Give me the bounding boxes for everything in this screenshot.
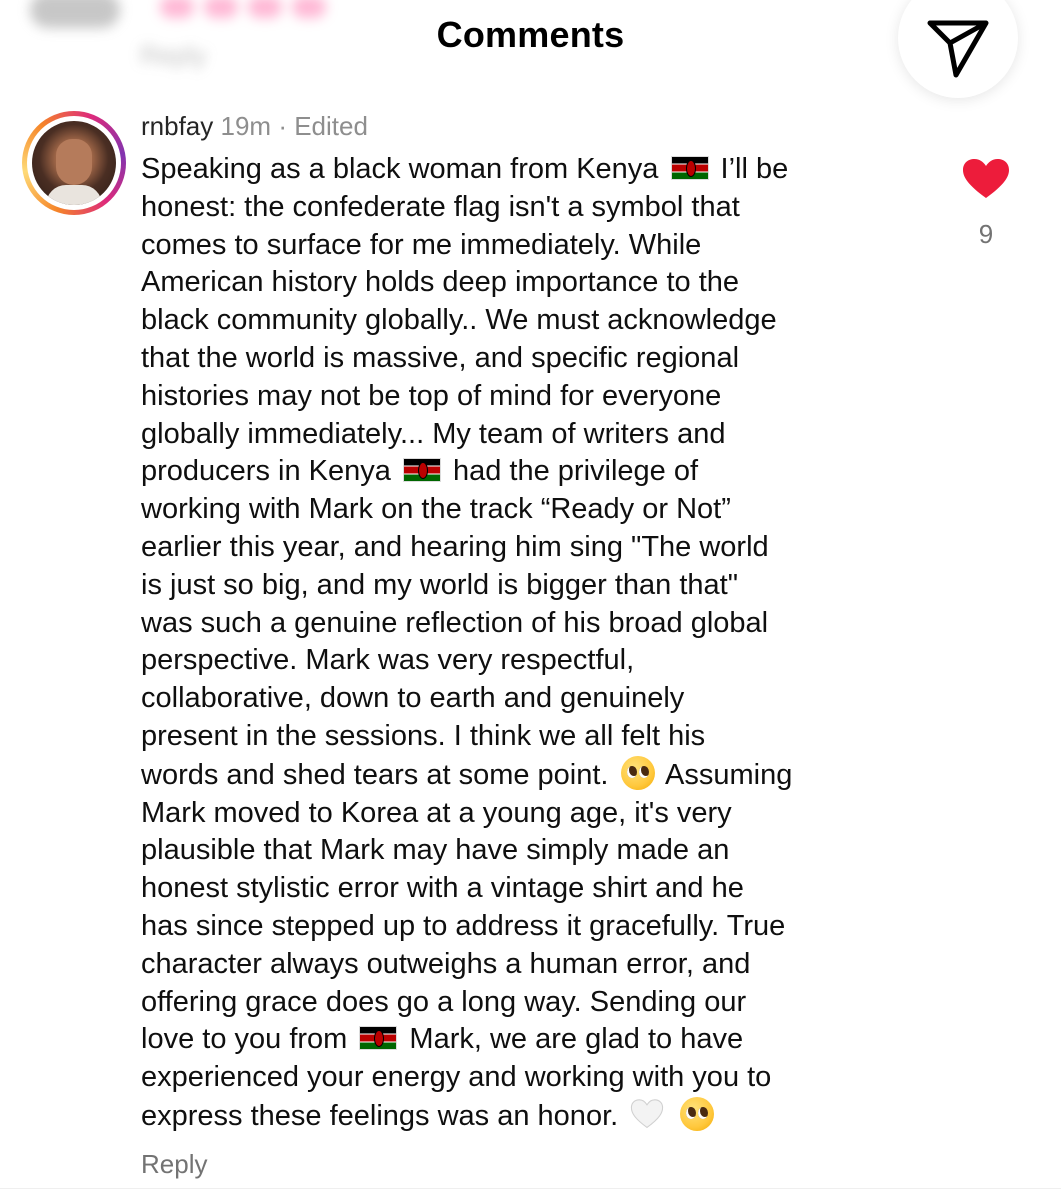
comment-text-segment: honest stylistic error with a vintage sh… [141, 872, 744, 905]
comment-line: globally immediately... My team of write… [141, 416, 931, 454]
comment-text-segment: offering grace does go a long way. Sendi… [141, 985, 747, 1018]
comment-line: plausible that Mark may have simply made… [141, 832, 931, 870]
comment-text-segment: earlier this year, and hearing him sing … [141, 530, 769, 563]
comment-text-segment: express these feelings was an honor. [141, 1099, 627, 1132]
comment-text-segment [668, 1100, 676, 1132]
comment-line: love to you from Mark, we are glad to ha… [141, 1021, 931, 1059]
comment-line: collaborative, down to earth and genuine… [141, 680, 931, 718]
comment-text-segment: honest: the confederate flag isn't a sym… [141, 190, 740, 223]
comment-line: present in the sessions. I think we all … [141, 718, 931, 756]
comment-line: earlier this year, and hearing him sing … [141, 529, 931, 567]
comment-text-segment: had the privilege of [444, 455, 699, 488]
comment-text-segment: Mark, we are glad to have [401, 1023, 744, 1056]
share-button[interactable] [898, 0, 1018, 98]
comment-text-segment: has since stepped up to address it grace… [141, 909, 786, 942]
comment-text-segment: was such a genuine reflection of his bro… [141, 606, 769, 639]
kenya-flag-emoji [402, 458, 441, 483]
comment-text-segment: character always outweighs a human error… [141, 947, 751, 980]
comment-line: histories may not be top of mind for eve… [141, 378, 931, 416]
like-column: 9 [958, 158, 1014, 250]
comment-time: 19m [220, 111, 272, 141]
comment-text-segment: present in the sessions. I think we all … [141, 719, 706, 752]
comment-line: experienced your energy and working with… [141, 1059, 931, 1097]
comment-line: offering grace does go a long way. Sendi… [141, 984, 931, 1022]
pleading-face-emoji [680, 1096, 715, 1131]
username[interactable]: rnbfay [141, 111, 213, 141]
avatar [32, 121, 116, 205]
comment-line: that the world is massive, and specific … [141, 340, 931, 378]
comment-text-segment: American history holds deep importance t… [141, 266, 740, 299]
comment-text-segment: working with Mark on the track “Ready or… [141, 493, 731, 526]
comment-text-segment: love to you from [141, 1023, 356, 1056]
comment-text-segment: black community globally.. We must ackno… [141, 304, 777, 337]
comment-line: perspective. Mark was very respectful, [141, 642, 931, 680]
comment-line: black community globally.. We must ackno… [141, 302, 931, 340]
comment-text-segment: experienced your energy and working with… [141, 1061, 772, 1094]
bottom-divider [0, 1188, 1061, 1200]
comment-text-segment: producers in Kenya [141, 455, 399, 488]
comment-text-segment: histories may not be top of mind for eve… [141, 379, 722, 412]
comment-text-segment: plausible that Mark may have simply made… [141, 834, 730, 867]
comment-line: words and shed tears at some point. Assu… [141, 755, 931, 795]
comment-text-segment: that the world is massive, and specific … [141, 341, 740, 374]
comment-text-segment: globally immediately... My team of write… [141, 417, 726, 450]
comment-text-segment: comes to surface for me immediately. Whi… [141, 228, 702, 261]
comment-line: honest: the confederate flag isn't a sym… [141, 189, 931, 227]
comment-text-segment: is just so big, and my world is bigger t… [141, 568, 739, 601]
comment-text-segment: perspective. Mark was very respectful, [141, 644, 635, 677]
comment-line: American history holds deep importance t… [141, 264, 931, 302]
like-count: 9 [978, 219, 994, 249]
comment-line: comes to surface for me immediately. Whi… [141, 227, 931, 265]
comment-line: producers in Kenya had the privilege of [141, 453, 931, 491]
comment-text-segment: Speaking as a black woman from Kenya [141, 153, 667, 185]
comment-text-segment: words and shed tears at some point. [141, 758, 617, 791]
comment-line: is just so big, and my world is bigger t… [141, 567, 931, 605]
meta-separator: · [278, 111, 287, 141]
comment-line: Speaking as a black woman from Kenya I’l… [141, 151, 931, 189]
comment-line: Mark moved to Korea at a young age, it's… [141, 795, 931, 833]
reply-button[interactable]: Reply [141, 1149, 207, 1180]
edited-label: Edited [294, 111, 368, 141]
comment-text-segment: collaborative, down to earth and genuine… [141, 682, 685, 715]
heart-filled-icon[interactable] [962, 158, 1010, 200]
comment-line: express these feelings was an honor. [141, 1096, 931, 1136]
kenya-flag-emoji [670, 156, 709, 180]
comment-line: was such a genuine reflection of his bro… [141, 605, 931, 643]
pleading-face-emoji [620, 755, 655, 790]
kenya-flag-emoji [359, 1026, 398, 1051]
comment-text-segment: I’ll be [712, 153, 789, 185]
comment-line: character always outweighs a human error… [141, 946, 931, 984]
avatar-story-ring[interactable] [22, 111, 126, 215]
white-heart-emoji [631, 1099, 664, 1129]
send-icon [927, 20, 989, 78]
comment-line: honest stylistic error with a vintage sh… [141, 870, 931, 908]
comments-screen: Reply Comments rnbfay 19m · Edited Speak… [0, 0, 1061, 1200]
comment-line: has since stepped up to address it grace… [141, 908, 931, 946]
comment-text: Speaking as a black woman from Kenya I’l… [141, 151, 931, 1136]
comment-text-segment: Mark moved to Korea at a young age, it's… [141, 796, 732, 829]
comment-line: working with Mark on the track “Ready or… [141, 491, 931, 529]
comment-text-segment: Assuming [658, 758, 793, 791]
comment-meta: rnbfay 19m · Edited [141, 110, 368, 142]
